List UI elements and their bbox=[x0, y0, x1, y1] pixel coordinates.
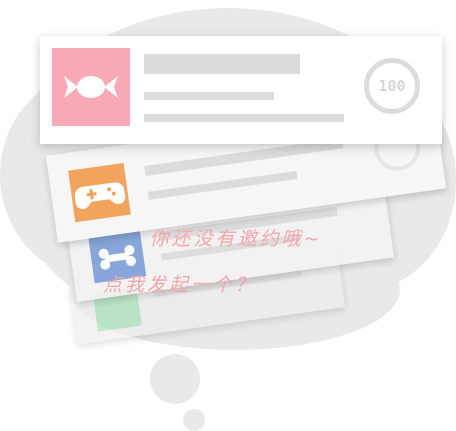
no-invite-message: 你还没有邀约哦~ bbox=[149, 228, 323, 250]
placeholder-line bbox=[147, 170, 298, 200]
subtitle-placeholder bbox=[144, 92, 274, 100]
thought-bubble-tail bbox=[150, 354, 200, 404]
title-placeholder bbox=[144, 54, 300, 74]
invite-card[interactable]: 100 bbox=[40, 36, 442, 144]
detail-placeholder bbox=[144, 114, 344, 122]
candy-icon bbox=[64, 76, 118, 98]
score-badge: 100 bbox=[364, 58, 420, 114]
invite-thumbnail bbox=[52, 48, 130, 126]
gamepad-icon bbox=[74, 182, 126, 210]
create-invite-link[interactable]: 点我发起一个？ bbox=[0, 270, 408, 297]
thought-bubble-tail bbox=[183, 409, 205, 431]
placeholder-thumbnail bbox=[68, 162, 131, 223]
